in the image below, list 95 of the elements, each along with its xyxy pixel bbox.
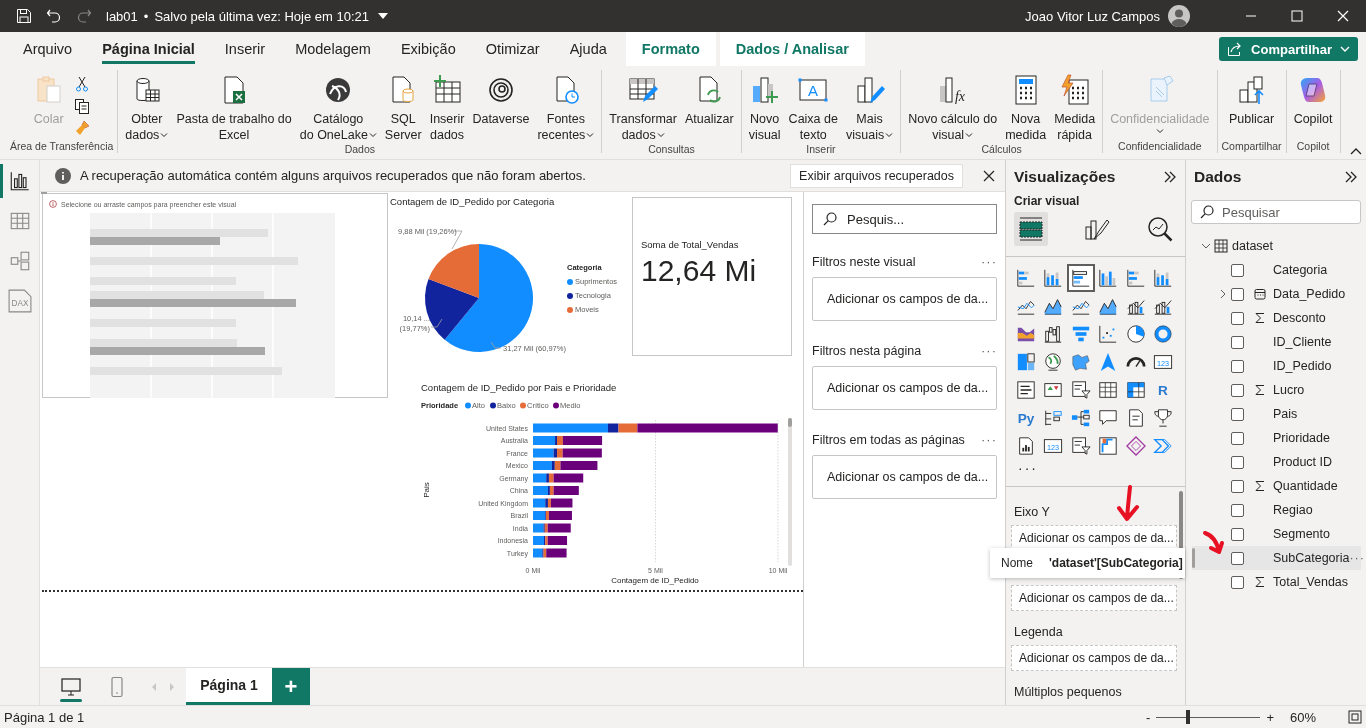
filter-section-heading: Filtros neste visual [812,254,916,269]
zoom-out-button[interactable]: - [1146,709,1151,725]
field-drop-zone[interactable]: Adicionar os campos de da... [1011,645,1177,671]
ribbon-button[interactable]: Copilot [1290,70,1336,127]
filter-section-heading: Filtros em todas as páginas [812,432,965,447]
card-value: 12,64 Mi [641,254,758,288]
axis-title: Pais [422,482,431,498]
group-label: Inserir [806,143,836,156]
group-label: Copilot [1296,140,1330,153]
pane-title: Dados [1194,168,1242,186]
field-name[interactable]: Data_Pedido [1273,287,1346,301]
field-name[interactable]: Categoria [1273,263,1328,277]
more-options[interactable]: ··· [981,432,997,447]
filter-section-heading: Filtros nesta página [812,343,922,358]
section-title: Criar visual [1013,193,1081,210]
field-name[interactable]: Lucro [1273,383,1305,397]
ribbon-button[interactable]: Medida rápida [1051,70,1099,143]
field-well-label: Eixo Y [1013,505,1051,521]
ribbon-tab[interactable]: Inserir [209,32,281,66]
axis-title: Contagem de ID_Pedido [611,576,699,585]
share-button[interactable]: Compartilhar [1219,37,1358,61]
file-name: lab01 [106,8,138,24]
ribbon-tab[interactable]: Exibição [385,32,471,66]
chart-title: Contagem de ID_Pedido por Categoria [390,196,555,207]
group-label: Compartilhar [1221,140,1282,153]
field-name[interactable]: Total_Vendas [1273,575,1349,589]
ribbon-button[interactable]: Obter dados [122,70,172,143]
field-name[interactable]: Prioridade [1273,431,1330,445]
page-info: Página 1 de 1 [4,709,85,725]
chart-title: Contagem de ID_Pedido por Pais e Prioridade [421,382,617,393]
field-well-label: Múltiplos pequenos [1013,684,1123,701]
save-status: Salvo pela última vez: Hoje em 10:21 [154,8,369,24]
ribbon-tab[interactable]: Arquivo [8,32,88,66]
group-label: Confidencialidade [1118,140,1202,153]
field-name[interactable]: Regiao [1273,503,1313,517]
card-visual[interactable]: Soma de Total_Vendas 12,64 Mi [632,197,792,356]
ribbon-tab[interactable]: Dados / Analisar [719,32,865,66]
group-label: Cálculos [981,143,1022,156]
field-name[interactable]: ID_Pedido [1273,359,1332,373]
field-name[interactable]: Desconto [1273,311,1326,325]
ribbon-button[interactable]: Catálogo do OneLake [296,70,380,143]
field-name[interactable]: Product ID [1273,455,1333,469]
ribbon-button[interactable]: Atualizar [681,70,737,127]
field-well-label: Legenda [1013,624,1064,641]
more-options[interactable]: ··· [1349,551,1365,565]
card-label: Soma de Total_Vendas [641,239,740,250]
add-page-button[interactable]: + [272,668,310,705]
field-drop-zone[interactable]: Adicionar os campos de da... [1011,525,1177,551]
zoom-level: 60% [1289,709,1316,725]
more-options[interactable]: ··· [981,343,997,358]
field-drop-zone[interactable]: Adicionar os campos de da... [1011,585,1177,611]
filter-drop-zone[interactable]: Adicionar os campos de da... [812,455,997,499]
field-name[interactable]: Pais [1273,407,1298,421]
group-label: Consultas [648,143,695,156]
ribbon-button[interactable]: Dataverse [469,70,533,127]
data-search-field[interactable]: Pesquisar [1191,200,1361,224]
script-icon[interactable]: R [1153,380,1174,400]
separator-dot: • [143,8,149,24]
ribbon-tab[interactable]: Formato [625,32,716,66]
field-name[interactable]: Quantidade [1273,479,1338,493]
ribbon-button[interactable]: Inserir dados [426,70,468,143]
filter-drop-zone[interactable]: Adicionar os campos de da... [812,277,997,321]
ribbon-tab[interactable]: Página Inicial [87,32,210,66]
ribbon-tab[interactable]: Otimizar [470,32,555,66]
show-recovered-button[interactable]: Exibir arquivos recuperados [790,163,963,188]
filter-drop-zone[interactable]: Adicionar os campos de da... [812,366,997,410]
more-options[interactable]: ··· [981,254,997,269]
ribbon-button[interactable]: Publicar [1226,70,1278,127]
page-tab[interactable]: Página 1 [186,668,272,705]
table-name[interactable]: dataset [1232,239,1273,253]
recovery-message: A recuperação automática contém alguns arquivos recuperados que não foram abertos. [80,168,587,183]
group-label: Dados [344,143,375,156]
group-label: Área de Transferência [10,140,114,153]
ribbon-button[interactable]: Mais visuais [842,70,897,143]
ribbon-button[interactable]: A Caixa de texto [785,70,841,143]
ribbon-button[interactable]: SQL Server [381,70,425,143]
field-name[interactable]: ID_Cliente [1273,335,1332,349]
user-name: Joao Vitor Luz Campos [1025,8,1160,24]
pane-title: Visualizações [1014,168,1116,186]
field-name[interactable]: Segmento [1273,527,1330,541]
card-icon[interactable]: 123 [1153,352,1174,372]
tooltip-value: 'dataset'[SubCategoria] [1049,556,1183,570]
ribbon-tab[interactable]: Ajuda [554,32,622,66]
ribbon-button[interactable]: Fontes recentes [534,70,598,143]
ribbon-button[interactable]: Novo visual [745,70,784,143]
zoom-in-button[interactable]: + [1266,709,1274,725]
ribbon-button[interactable]: fx Novo cálculo do visual [905,70,1001,143]
tooltip-key: Nome [1001,556,1033,570]
ribbon-tab[interactable]: Modelagem [280,32,386,66]
ribbon-button[interactable]: Transformar dados [606,70,680,143]
script-icon[interactable]: Py [1015,408,1036,428]
filter-search-field[interactable]: Pesquis... [812,204,997,234]
ribbon-button[interactable]: Nova medida [1002,70,1050,143]
ribbon-button[interactable]: Pasta de trabalho do Excel [173,70,295,143]
card-icon[interactable]: 123 [1043,436,1064,456]
